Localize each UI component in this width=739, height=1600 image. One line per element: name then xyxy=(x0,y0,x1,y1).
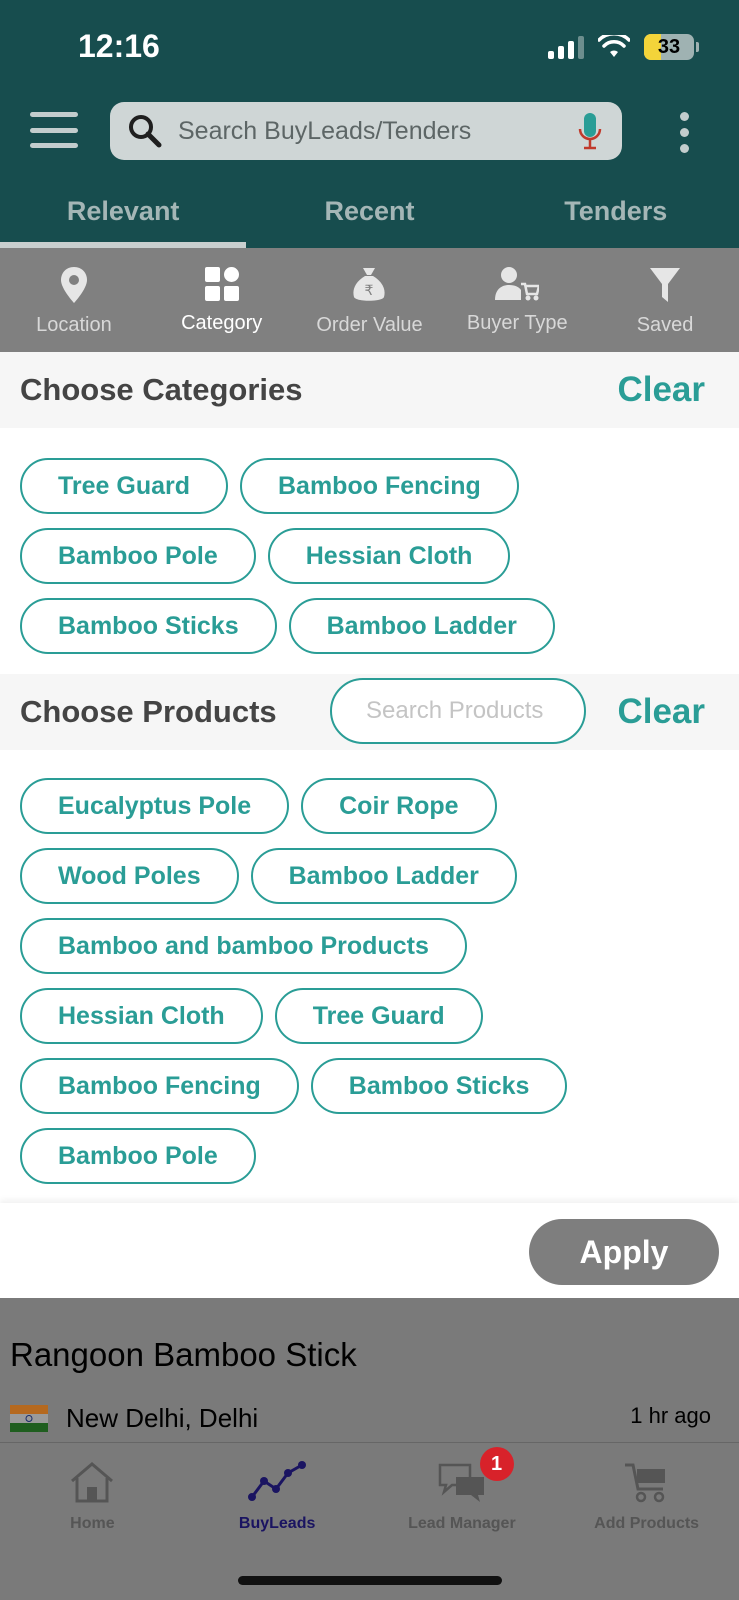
categories-header: Choose Categories Clear xyxy=(0,352,739,428)
funnel-icon xyxy=(650,268,681,302)
tab-tenders[interactable]: Tenders xyxy=(493,190,739,248)
products-title: Choose Products xyxy=(20,694,277,729)
category-chip[interactable]: Bamboo Fencing xyxy=(240,458,519,514)
nav-add-products[interactable]: Add Products xyxy=(554,1443,739,1600)
apply-bar: Apply xyxy=(0,1203,739,1298)
nav-home-label: Home xyxy=(70,1515,115,1532)
product-chip[interactable]: Bamboo Ladder xyxy=(250,848,517,904)
tab-recent[interactable]: Recent xyxy=(246,190,492,248)
nav-add-products-label: Add Products xyxy=(594,1515,700,1532)
category-chip[interactable]: Hessian Cloth xyxy=(267,528,511,584)
battery-icon: 33 xyxy=(644,34,694,60)
nav-buyleads-label: BuyLeads xyxy=(238,1515,316,1532)
filter-saved-label: Saved xyxy=(636,314,694,336)
status-icons: 33 xyxy=(548,34,699,60)
lead-title: Rangoon Bamboo Stick xyxy=(10,1336,357,1373)
wifi-icon xyxy=(598,35,630,57)
product-chip[interactable]: Eucalyptus Pole xyxy=(20,778,290,834)
product-chip[interactable]: Tree Guard xyxy=(274,988,483,1044)
category-chips: Tree Guard Bamboo Fencing Bamboo Pole He… xyxy=(20,458,720,668)
filter-category-label: Category xyxy=(181,312,263,334)
filter-order-value[interactable]: ₹ Order Value xyxy=(296,248,444,352)
tab-relevant[interactable]: Relevant xyxy=(0,190,247,248)
more-options-icon[interactable] xyxy=(680,112,689,153)
clear-products-button[interactable]: Clear xyxy=(617,692,705,732)
svg-text:₹: ₹ xyxy=(365,283,374,299)
product-chip[interactable]: Bamboo and bamboo Products xyxy=(20,918,467,974)
tab-bar: Relevant Recent Tenders xyxy=(0,190,739,248)
filter-location-label: Location xyxy=(36,314,112,336)
battery-tip xyxy=(696,42,699,52)
category-chip[interactable]: Bamboo Ladder xyxy=(288,598,555,654)
lead-location: New Delhi, Delhi xyxy=(66,1403,259,1433)
buyer-icon xyxy=(495,267,540,301)
nav-home[interactable]: Home xyxy=(0,1443,185,1600)
buyleads-graph-icon xyxy=(248,1461,307,1501)
product-chip[interactable]: Hessian Cloth xyxy=(20,988,263,1044)
category-chip[interactable]: Bamboo Pole xyxy=(20,528,256,584)
location-pin-icon xyxy=(60,267,87,303)
product-chip[interactable]: Bamboo Sticks xyxy=(310,1058,568,1114)
filter-location[interactable]: Location xyxy=(0,248,148,352)
product-search-input[interactable] xyxy=(366,697,576,725)
signal-icon xyxy=(548,35,584,59)
clear-categories-button[interactable]: Clear xyxy=(617,370,705,410)
grid-icon xyxy=(204,267,239,301)
filter-buyer-type-label: Buyer Type xyxy=(466,312,568,334)
filter-order-value-label: Order Value xyxy=(316,314,423,336)
category-chip[interactable]: Tree Guard xyxy=(20,458,228,514)
product-chip[interactable]: Bamboo Pole xyxy=(20,1128,256,1184)
status-time: 12:16 xyxy=(78,28,160,64)
product-chip[interactable]: Bamboo Fencing xyxy=(20,1058,299,1114)
hamburger-menu-icon[interactable] xyxy=(30,112,78,148)
home-indicator xyxy=(238,1576,502,1585)
product-search-box[interactable] xyxy=(330,678,586,744)
apply-button[interactable]: Apply xyxy=(529,1219,719,1285)
battery-level: 33 xyxy=(657,35,681,58)
home-icon xyxy=(71,1462,114,1503)
search-icon xyxy=(129,115,162,148)
product-chip[interactable]: Coir Rope xyxy=(301,778,497,834)
notification-badge: 1 xyxy=(479,1447,514,1481)
chat-bubbles-icon xyxy=(438,1463,484,1502)
search-input[interactable] xyxy=(178,116,558,146)
category-chip[interactable]: Bamboo Sticks xyxy=(20,598,277,654)
lead-time: 1 hr ago xyxy=(630,1403,711,1428)
money-bag-icon: ₹ xyxy=(353,268,386,301)
microphone-icon[interactable] xyxy=(578,111,602,151)
search-bar[interactable] xyxy=(110,102,622,160)
cart-icon xyxy=(624,1463,665,1503)
nav-lead-manager-label: Lead Manager xyxy=(408,1515,516,1532)
filter-buyer-type[interactable]: Buyer Type xyxy=(443,248,591,352)
product-chips: Eucalyptus Pole Coir Rope Wood Poles Bam… xyxy=(20,778,720,1198)
product-chip[interactable]: Wood Poles xyxy=(20,848,239,904)
filter-category[interactable]: Category xyxy=(148,248,296,352)
header: 12:16 33 Relevant Recent Tenders xyxy=(0,0,739,248)
india-flag-icon xyxy=(10,1405,48,1432)
categories-title: Choose Categories xyxy=(20,372,303,407)
filter-saved[interactable]: Saved xyxy=(591,248,739,352)
filter-toolbar: Location Category ₹ Order Value Buyer Ty… xyxy=(0,248,739,352)
